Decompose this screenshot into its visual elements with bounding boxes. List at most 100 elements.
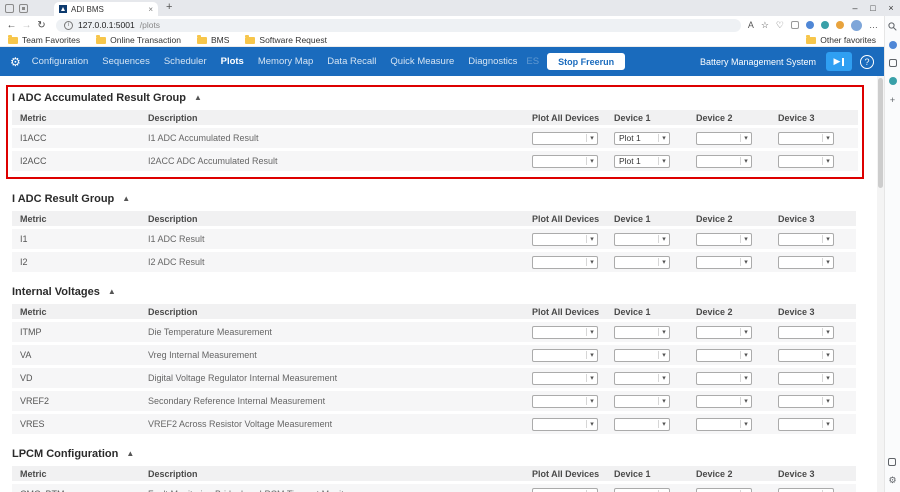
extension-icon[interactable] xyxy=(821,21,829,29)
nav-item-sequences[interactable]: Sequences xyxy=(95,56,157,67)
device3-select[interactable]: ▾ xyxy=(778,395,834,408)
plus-icon[interactable]: + xyxy=(890,95,895,105)
column-header: Plot All Devices xyxy=(530,113,612,123)
plot-all-devices-select[interactable]: ▾ xyxy=(532,233,598,246)
tab-actions-icon[interactable] xyxy=(5,4,14,13)
browser-essentials-icon[interactable]: ♡ xyxy=(776,20,784,31)
plot-all-devices-select[interactable]: ▾ xyxy=(532,372,598,385)
nav-item-quick-measure[interactable]: Quick Measure xyxy=(383,56,461,67)
copilot-icon[interactable] xyxy=(889,41,897,49)
device3-select[interactable]: ▾ xyxy=(778,488,834,492)
device2-select[interactable]: ▾ xyxy=(696,488,752,492)
settings-menu-icon[interactable]: … xyxy=(869,20,878,30)
maximize-button[interactable]: □ xyxy=(864,0,882,16)
device3-select[interactable]: ▾ xyxy=(778,349,834,362)
scrollbar-thumb[interactable] xyxy=(878,78,883,188)
minimize-button[interactable]: – xyxy=(846,0,864,16)
workspaces-icon[interactable] xyxy=(19,4,28,13)
device1-select[interactable]: Plot 1 ▾ xyxy=(614,155,670,168)
chevron-down-icon: ▾ xyxy=(586,235,597,243)
tab-title: ADI BMS xyxy=(71,5,104,14)
stop-freerun-button[interactable]: Stop Freerun xyxy=(547,53,625,70)
device1-select[interactable]: ▾ xyxy=(614,372,670,385)
plot-all-devices-select[interactable]: ▾ xyxy=(532,488,598,492)
forward-icon[interactable]: → xyxy=(19,20,34,31)
url-host: 127.0.0.1:5001 xyxy=(78,20,135,30)
device3-select[interactable]: ▾ xyxy=(778,233,834,246)
plot-all-devices-select[interactable]: ▾ xyxy=(532,418,598,431)
new-tab-button[interactable]: + xyxy=(166,1,172,13)
back-icon[interactable]: ← xyxy=(4,20,19,31)
bookmark-folder[interactable]: Team Favorites xyxy=(8,35,80,45)
collapse-arrow-icon[interactable]: ▲ xyxy=(194,93,202,102)
device3-select[interactable]: ▾ xyxy=(778,326,834,339)
close-button[interactable]: × xyxy=(882,0,900,16)
settings-gear-icon[interactable]: ⚙ xyxy=(888,475,896,486)
plot-all-devices-select[interactable]: ▾ xyxy=(532,326,598,339)
collapse-arrow-icon[interactable]: ▲ xyxy=(122,194,130,203)
device1-select[interactable]: ▾ xyxy=(614,256,670,269)
collapse-arrow-icon[interactable]: ▲ xyxy=(126,449,134,458)
device2-select[interactable]: ▾ xyxy=(696,372,752,385)
collections-icon[interactable] xyxy=(889,59,897,67)
device1-select[interactable]: ▾ xyxy=(614,349,670,362)
device1-select[interactable]: ▾ xyxy=(614,233,670,246)
nav-item-plots[interactable]: Plots xyxy=(214,56,251,67)
tools-icon[interactable] xyxy=(889,77,897,85)
device2-select[interactable]: ▾ xyxy=(696,256,752,269)
plot-all-devices-select[interactable]: ▾ xyxy=(532,256,598,269)
table-body: ITMP Die Temperature Measurement ▾ ▾ ▾ ▾ xyxy=(12,322,856,434)
device2-select[interactable]: ▾ xyxy=(696,233,752,246)
select-value: Plot 1 xyxy=(615,133,658,143)
device1-select[interactable]: ▾ xyxy=(614,488,670,492)
nav-item-memory-map[interactable]: Memory Map xyxy=(251,56,320,67)
read-aloud-icon[interactable]: A xyxy=(748,20,754,30)
nav-item-diagnostics[interactable]: Diagnostics xyxy=(461,56,524,67)
other-favorites[interactable]: Other favorites xyxy=(806,35,876,45)
tab-close-icon[interactable]: × xyxy=(148,5,153,14)
search-icon[interactable] xyxy=(888,22,897,31)
device2-select[interactable]: ▾ xyxy=(696,349,752,362)
plot-all-devices-select[interactable]: ▾ xyxy=(532,395,598,408)
browser-tab[interactable]: ADI BMS × xyxy=(54,2,158,16)
device1-select[interactable]: ▾ xyxy=(614,326,670,339)
device3-select[interactable]: ▾ xyxy=(778,418,834,431)
metric-cell: I1ACC xyxy=(12,133,146,143)
device2-select[interactable]: ▾ xyxy=(696,326,752,339)
run-button[interactable]: ▶ xyxy=(826,52,852,71)
column-header: Plot All Devices xyxy=(530,307,612,317)
bookmark-folder[interactable]: BMS xyxy=(197,35,229,45)
refresh-icon[interactable]: ↻ xyxy=(34,20,49,31)
help-button[interactable]: ? xyxy=(860,55,874,69)
nav-item-scheduler[interactable]: Scheduler xyxy=(157,56,214,67)
device1-select[interactable]: Plot 1 ▾ xyxy=(614,132,670,145)
extension-icon[interactable] xyxy=(791,21,799,29)
device2-select[interactable]: ▾ xyxy=(696,395,752,408)
extension-icon[interactable] xyxy=(836,21,844,29)
device1-select[interactable]: ▾ xyxy=(614,418,670,431)
bookmark-folder[interactable]: Software Request xyxy=(245,35,327,45)
plot-all-devices-select[interactable]: ▾ xyxy=(532,349,598,362)
settings-gear-icon[interactable]: ⚙ xyxy=(10,55,21,69)
device2-select[interactable]: ▾ xyxy=(696,132,752,145)
nav-item-data-recall[interactable]: Data Recall xyxy=(320,56,383,67)
device2-select[interactable]: ▾ xyxy=(696,418,752,431)
extension-icon[interactable] xyxy=(806,21,814,29)
nav-item-configuration[interactable]: Configuration xyxy=(25,56,96,67)
device3-select[interactable]: ▾ xyxy=(778,256,834,269)
page-scrollbar[interactable] xyxy=(877,76,884,492)
collapse-arrow-icon[interactable]: ▲ xyxy=(108,287,116,296)
plot-all-devices-select[interactable]: ▾ xyxy=(532,155,598,168)
page-info-icon[interactable]: i xyxy=(64,21,73,30)
plot-all-devices-select[interactable]: ▾ xyxy=(532,132,598,145)
bookmark-folder[interactable]: Online Transaction xyxy=(96,35,181,45)
address-bar[interactable]: i 127.0.0.1:5001/plots xyxy=(56,19,741,32)
device3-select[interactable]: ▾ xyxy=(778,155,834,168)
device2-select[interactable]: ▾ xyxy=(696,155,752,168)
add-favorite-star-icon[interactable]: ☆ xyxy=(761,20,769,31)
device3-select[interactable]: ▾ xyxy=(778,372,834,385)
device1-select[interactable]: ▾ xyxy=(614,395,670,408)
device3-select[interactable]: ▾ xyxy=(778,132,834,145)
screenshot-icon[interactable] xyxy=(888,458,896,466)
profile-avatar[interactable] xyxy=(851,20,862,31)
